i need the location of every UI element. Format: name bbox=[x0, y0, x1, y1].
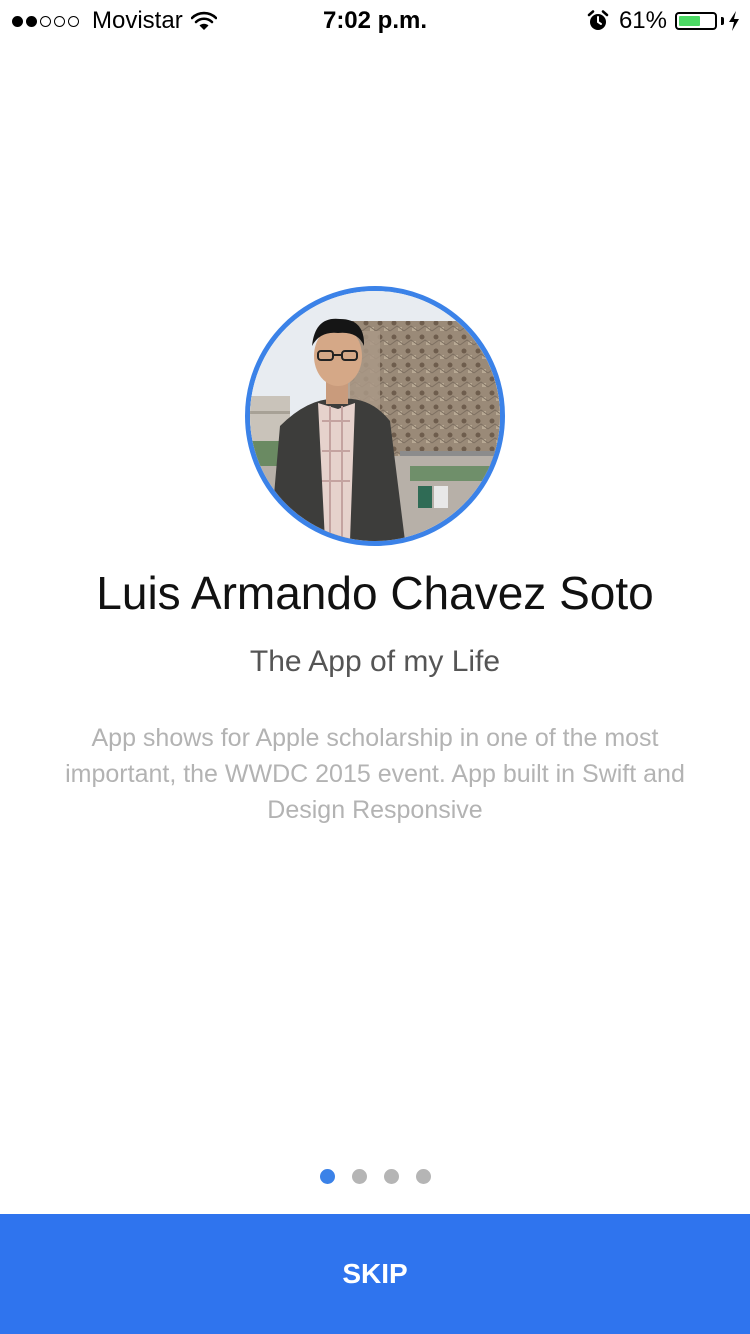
battery-level-fill bbox=[679, 16, 700, 26]
profile-subtitle: The App of my Life bbox=[249, 645, 501, 678]
status-bar: Movistar 7:02 p.m. 61% bbox=[0, 0, 750, 40]
alarm-icon bbox=[587, 10, 609, 30]
page-dot[interactable] bbox=[383, 1169, 399, 1184]
profile-avatar bbox=[245, 286, 505, 546]
profile-name: Luis Armando Chavez Soto bbox=[96, 567, 654, 619]
charging-bolt-icon bbox=[729, 11, 739, 31]
page-dot[interactable] bbox=[319, 1169, 335, 1184]
skip-button[interactable]: SKIP bbox=[0, 1214, 750, 1334]
page-dot[interactable] bbox=[415, 1169, 431, 1184]
battery-icon bbox=[675, 12, 717, 30]
profile-photo bbox=[250, 291, 500, 541]
page-dot[interactable] bbox=[351, 1169, 367, 1184]
status-right: 61% bbox=[587, 7, 740, 35]
page-indicator[interactable] bbox=[0, 1169, 750, 1184]
battery-tip bbox=[721, 17, 724, 25]
battery-percent: 61% bbox=[618, 7, 667, 34]
profile-description: App shows for Apple scholarship in one o… bbox=[65, 724, 685, 824]
